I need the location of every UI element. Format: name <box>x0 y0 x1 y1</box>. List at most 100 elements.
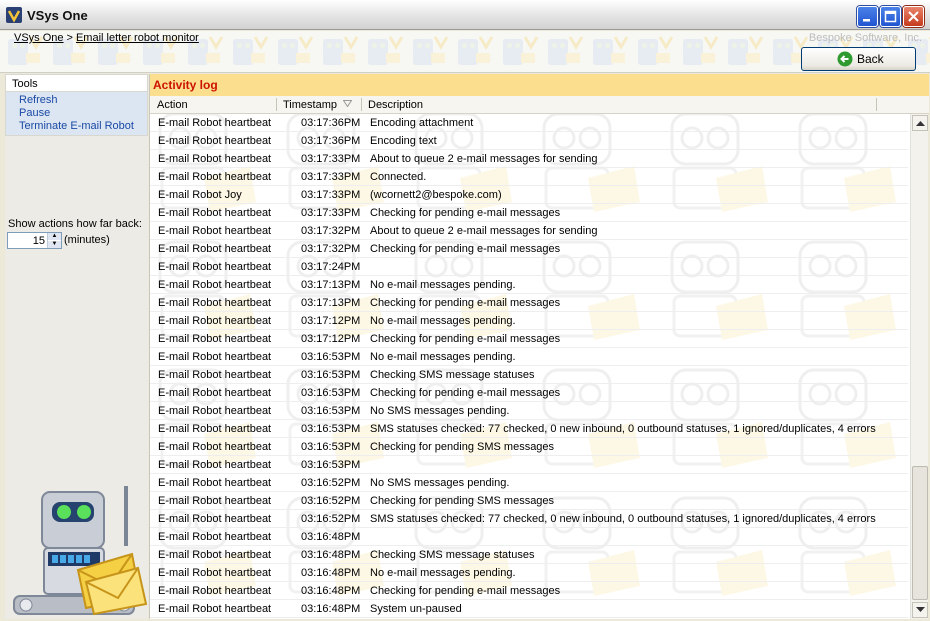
row-timestamp-cell: 03:16:53PM <box>301 405 361 417</box>
table-row[interactable]: E-mail Robot heartbeat 03:17:13PM No e-mai… <box>150 276 908 294</box>
table-row[interactable]: E-mail Robot heartbeat 03:16:48PM No e-mai… <box>150 564 908 582</box>
scroll-up-icon <box>916 121 925 126</box>
row-action-cell: E-mail Robot heartbeat <box>158 243 272 255</box>
table-row[interactable]: E-mail Robot heartbeat 03:16:52PM Checking… <box>150 492 908 510</box>
row-action-cell: E-mail Robot heartbeat <box>158 171 272 183</box>
table-row[interactable]: E-mail Robot heartbeat 03:17:36PM Encoding… <box>150 132 908 150</box>
breadcrumb-home-link[interactable]: VSys One <box>14 32 64 44</box>
table-row[interactable]: E-mail Robot heartbeat 03:17:36PM Encoding… <box>150 114 908 132</box>
row-timestamp-cell: 03:16:48PM <box>301 603 361 615</box>
row-timestamp-cell: 03:17:13PM <box>301 297 361 309</box>
row-timestamp-cell: 03:16:48PM <box>301 531 361 543</box>
table-row[interactable]: E-mail Robot heartbeat 03:16:48PM Checking… <box>150 582 908 600</box>
minimize-button[interactable] <box>857 6 878 27</box>
row-action-cell: E-mail Robot heartbeat <box>158 603 272 615</box>
vertical-scrollbar[interactable] <box>910 114 928 619</box>
window-title: VSys One <box>27 8 88 23</box>
table-row[interactable]: E-mail Robot heartbeat 03:16:48PM Checking… <box>150 546 908 564</box>
scrollbar-thumb[interactable] <box>912 466 928 600</box>
tools-title: Tools <box>5 74 148 92</box>
table-row[interactable]: E-mail Robot heartbeat 03:16:53PM <box>150 456 908 474</box>
row-timestamp-cell: 03:16:52PM <box>301 477 361 489</box>
row-description-cell: No e-mail messages pending. <box>370 279 516 291</box>
row-timestamp-cell: 03:17:36PM <box>301 135 361 147</box>
row-action-cell: E-mail Robot heartbeat <box>158 351 272 363</box>
table-row[interactable]: E-mail Robot heartbeat 03:16:53PM SMS stat… <box>150 420 908 438</box>
maximize-button[interactable] <box>880 6 901 27</box>
row-timestamp-cell: 03:16:52PM <box>301 513 361 525</box>
table-row[interactable]: E-mail Robot Joy 03:17:33PM (wcornett2@bes… <box>150 186 908 204</box>
back-button[interactable]: Back <box>801 47 916 71</box>
table-row[interactable]: E-mail Robot heartbeat 03:16:53PM No SMS m… <box>150 402 908 420</box>
scroll-down-button[interactable] <box>912 602 928 618</box>
page-header: VSys One > Email letter robot monitor Besp… <box>0 31 930 73</box>
table-row[interactable]: E-mail Robot heartbeat 03:16:53PM No e-mai… <box>150 348 908 366</box>
pause-link[interactable]: Pause <box>19 107 147 120</box>
table-row[interactable]: E-mail Robot heartbeat 03:16:53PM Checking… <box>150 366 908 384</box>
row-action-cell: E-mail Robot heartbeat <box>158 495 272 507</box>
row-timestamp-cell: 03:16:53PM <box>301 387 361 399</box>
column-header-timestamp[interactable]: Timestamp <box>283 99 337 111</box>
brand-text: Bespoke Software, Inc. <box>808 32 922 44</box>
vsys-logo-icon <box>6 7 22 23</box>
row-timestamp-cell: 03:16:53PM <box>301 459 361 471</box>
row-description-cell: About to queue 2 e-mail messages for sen… <box>370 153 598 165</box>
table-row[interactable]: E-mail Robot heartbeat 03:17:13PM Checking… <box>150 294 908 312</box>
row-description-cell: Encoding attachment <box>370 117 474 129</box>
scroll-up-button[interactable] <box>912 115 928 131</box>
row-timestamp-cell: 03:17:24PM <box>301 261 361 273</box>
table-row[interactable]: E-mail Robot heartbeat 03:17:12PM No e-mai… <box>150 312 908 330</box>
table-row[interactable]: E-mail Robot heartbeat 03:16:48PM System u… <box>150 600 908 618</box>
row-description-cell: Checking for pending e-mail messages <box>370 585 561 597</box>
sort-descending-icon <box>343 100 352 107</box>
row-description-cell: SMS statuses checked: 77 checked, 0 new … <box>370 513 876 525</box>
table-row[interactable]: E-mail Robot heartbeat 03:17:33PM Connecte… <box>150 168 908 186</box>
row-description-cell: SMS statuses checked: 77 checked, 0 new … <box>370 423 876 435</box>
table-row[interactable]: E-mail Robot heartbeat 03:17:33PM Checking… <box>150 204 908 222</box>
row-action-cell: E-mail Robot heartbeat <box>158 585 272 597</box>
table-row[interactable]: E-mail Robot heartbeat 03:16:53PM Checking… <box>150 384 908 402</box>
minutes-value[interactable]: 15 <box>33 235 45 247</box>
row-action-cell: E-mail Robot heartbeat <box>158 441 272 453</box>
row-action-cell: E-mail Robot heartbeat <box>158 153 272 165</box>
breadcrumb: VSys One > Email letter robot monitor <box>14 32 199 44</box>
close-icon <box>908 11 919 22</box>
row-timestamp-cell: 03:17:32PM <box>301 225 361 237</box>
row-timestamp-cell: 03:16:48PM <box>301 585 361 597</box>
table-row[interactable]: E-mail Robot heartbeat 03:17:12PM Checking… <box>150 330 908 348</box>
maximize-icon <box>884 10 897 23</box>
refresh-link[interactable]: Refresh <box>19 94 147 107</box>
table-row[interactable]: E-mail Robot heartbeat 03:16:48PM <box>150 528 908 546</box>
row-timestamp-cell: 03:17:33PM <box>301 153 361 165</box>
row-action-cell: E-mail Robot heartbeat <box>158 567 272 579</box>
stepper-down-icon[interactable]: ▼ <box>48 241 61 248</box>
column-header-description[interactable]: Description <box>368 99 423 111</box>
table-row[interactable]: E-mail Robot heartbeat 03:16:52PM SMS stat… <box>150 510 908 528</box>
close-button[interactable] <box>903 6 924 27</box>
activity-rows: E-mail Robot heartbeat 03:17:36PM Encoding… <box>150 114 908 618</box>
row-timestamp-cell: 03:17:12PM <box>301 333 361 345</box>
terminate-robot-link[interactable]: Terminate E-mail Robot <box>19 120 147 133</box>
row-description-cell: Checking for pending e-mail messages <box>370 297 561 309</box>
row-timestamp-cell: 03:16:48PM <box>301 567 361 579</box>
table-row[interactable]: E-mail Robot heartbeat 03:17:33PM About to… <box>150 150 908 168</box>
row-description-cell: Checking for pending SMS messages <box>370 495 555 507</box>
breadcrumb-current-link[interactable]: Email letter robot monitor <box>76 32 199 44</box>
table-row[interactable]: E-mail Robot heartbeat 03:17:24PM <box>150 258 908 276</box>
row-description-cell: No e-mail messages pending. <box>370 567 516 579</box>
row-description-cell: Checking for pending e-mail messages <box>370 207 561 219</box>
breadcrumb-separator: > <box>66 32 73 44</box>
minutes-stepper[interactable]: 15 ▲ ▼ <box>7 232 62 249</box>
column-divider[interactable] <box>276 98 277 111</box>
column-divider[interactable] <box>361 98 362 111</box>
row-action-cell: E-mail Robot heartbeat <box>158 207 272 219</box>
row-action-cell: E-mail Robot heartbeat <box>158 549 272 561</box>
table-row[interactable]: E-mail Robot heartbeat 03:16:53PM Checking… <box>150 438 908 456</box>
column-divider[interactable] <box>876 98 877 111</box>
table-row[interactable]: E-mail Robot heartbeat 03:16:52PM No SMS m… <box>150 474 908 492</box>
stepper-up-icon[interactable]: ▲ <box>48 233 61 240</box>
table-row[interactable]: E-mail Robot heartbeat 03:17:32PM About to… <box>150 222 908 240</box>
row-action-cell: E-mail Robot Joy <box>158 189 242 201</box>
column-header-action[interactable]: Action <box>157 99 188 111</box>
table-row[interactable]: E-mail Robot heartbeat 03:17:32PM Checking… <box>150 240 908 258</box>
